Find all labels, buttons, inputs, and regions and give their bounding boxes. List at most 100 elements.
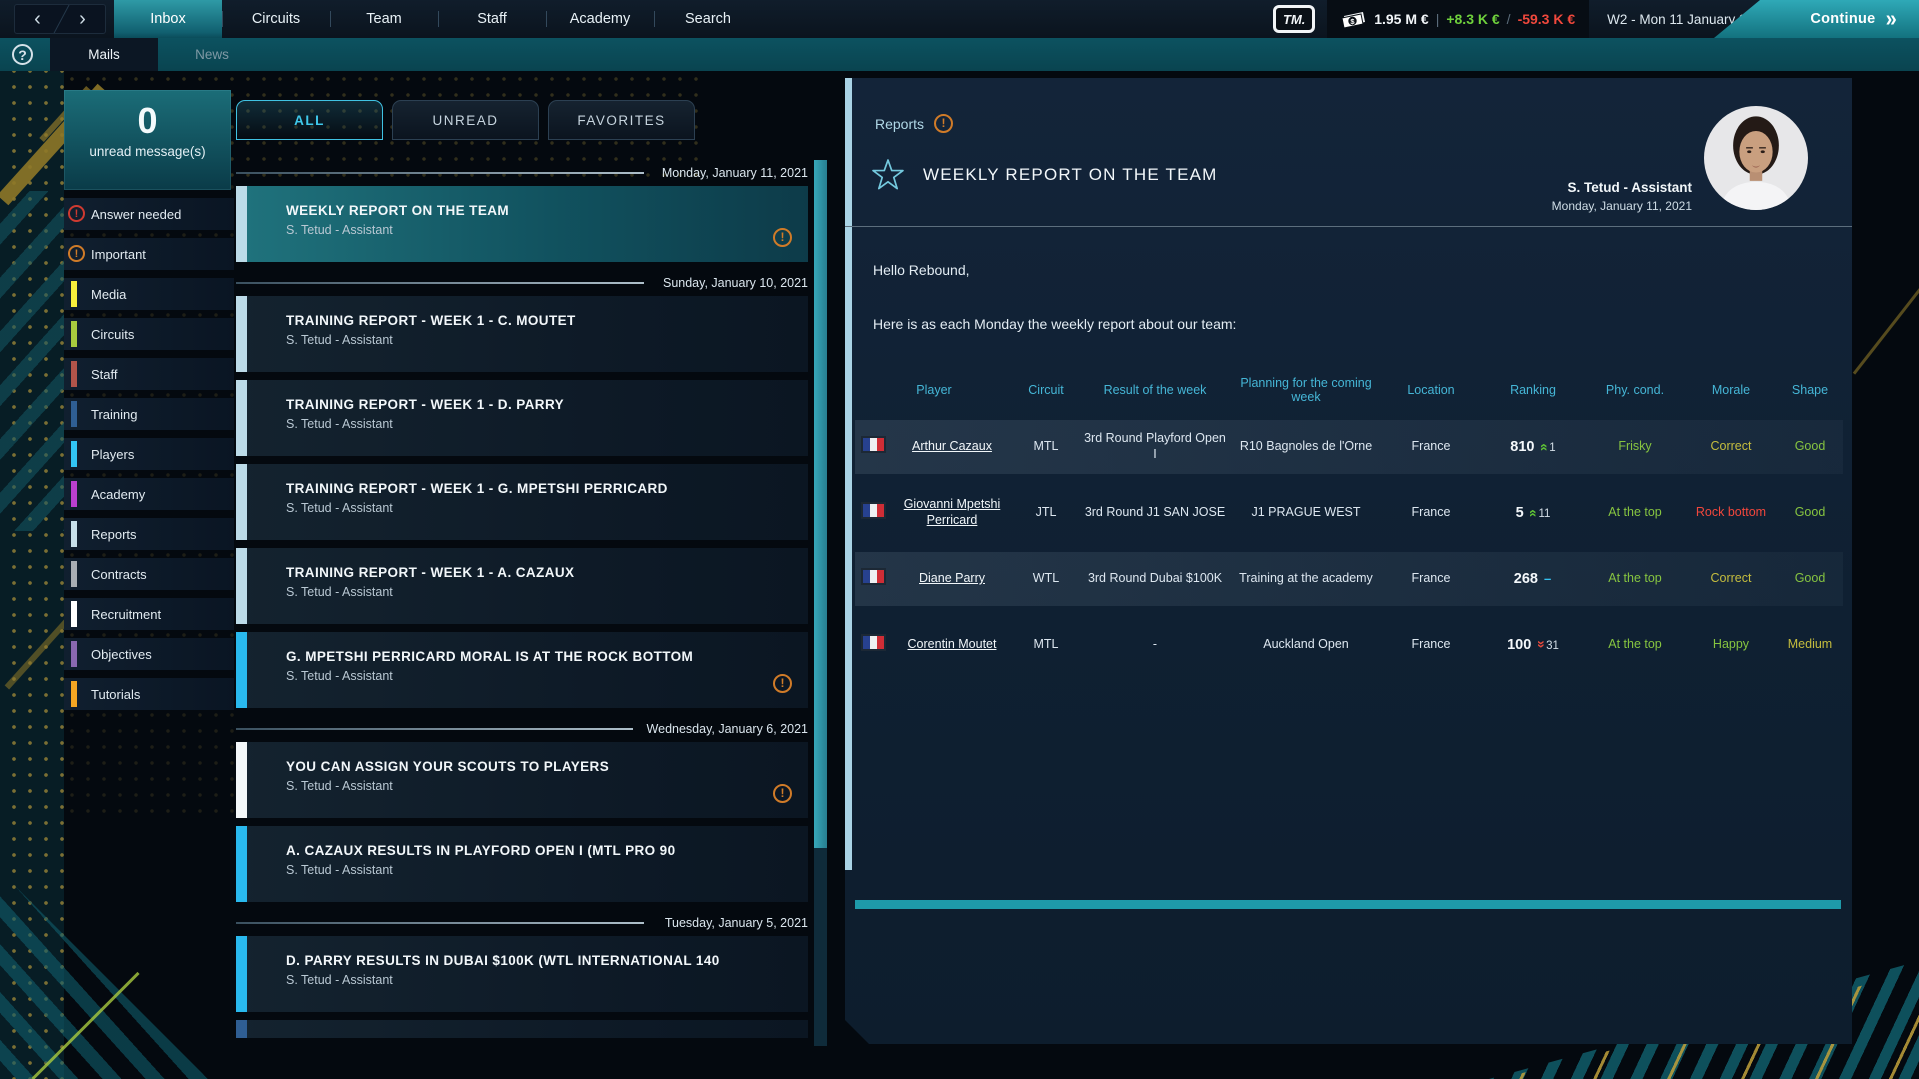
- decor-right-gold: [1852, 270, 1919, 375]
- category-label: Reports: [91, 526, 137, 542]
- category-label: Training: [91, 406, 138, 422]
- sidebar-category-players[interactable]: Players: [64, 438, 234, 470]
- nav-tab-academy[interactable]: Academy: [546, 0, 654, 38]
- sidebar-category-tutorials[interactable]: Tutorials: [64, 678, 234, 710]
- nav-tab-inbox[interactable]: Inbox: [114, 0, 222, 38]
- continue-button[interactable]: Continue »: [1714, 0, 1919, 38]
- ranking-value: 100: [1507, 636, 1532, 653]
- player-link[interactable]: Giovanni Mpetshi Perricard: [904, 497, 1001, 527]
- nav-tab-circuits[interactable]: Circuits: [222, 0, 330, 38]
- report-title: WEEKLY REPORT ON THE TEAM: [923, 165, 1218, 184]
- report-greeting: Hello Rebound,: [873, 262, 970, 278]
- history-nav: ‹ ›: [14, 4, 106, 34]
- mail-tab-favorites[interactable]: FAVORITES: [548, 100, 695, 140]
- mail-filter-tabs: ALL UNREAD FAVORITES: [236, 100, 695, 140]
- mail-status-bar: [236, 380, 247, 456]
- divider-bar: [855, 900, 1841, 909]
- category-label: Media: [91, 286, 127, 302]
- mail-item[interactable]: WEEKLY REPORT ON THE TEAM S. Tetud - Assi…: [236, 186, 808, 262]
- mail-tab-unread[interactable]: UNREAD: [392, 100, 539, 140]
- mail-item-title: YOU CAN ASSIGN YOUR SCOUTS TO PLAYERS: [286, 759, 610, 774]
- mail-tab-all[interactable]: ALL: [236, 100, 383, 140]
- sub-tab-mails[interactable]: Mails: [50, 38, 158, 71]
- sidebar-category-contracts[interactable]: Contracts: [64, 558, 234, 590]
- player-link[interactable]: Diane Parry: [919, 571, 985, 585]
- money-divider: |: [1435, 11, 1440, 27]
- decor-left-strip: [0, 71, 64, 1079]
- column-header-circuit: Circuit: [1028, 383, 1064, 397]
- shape-cell: Good: [1794, 571, 1826, 586]
- phy-cond-cell: At the top: [1608, 571, 1662, 586]
- sidebar-category-recruitment[interactable]: Recruitment: [64, 598, 234, 630]
- nav-tab-search[interactable]: Search: [654, 0, 762, 38]
- mail-item[interactable]: G. MPETSHI PERRICARD MORAL IS AT THE ROC…: [236, 632, 808, 708]
- france-flag-icon: [861, 502, 886, 519]
- help-icon[interactable]: ?: [12, 44, 33, 65]
- money-icon: $: [1341, 9, 1367, 29]
- mail-item[interactable]: D. PARRY RESULTS IN DUBAI $100K (WTL INT…: [236, 936, 808, 1012]
- ranking-cell: 268–: [1481, 564, 1585, 594]
- sub-tab-news[interactable]: News: [158, 38, 266, 71]
- sidebar-category-training[interactable]: Training: [64, 398, 234, 430]
- sidebar-category-media[interactable]: Media: [64, 278, 234, 310]
- balance-value: 1.95 M €: [1374, 11, 1429, 27]
- sidebar-category-objectives[interactable]: Objectives: [64, 638, 234, 670]
- report-panel: Reports ! WEEKLY REPORT ON THE TEAM S. T…: [845, 78, 1852, 1044]
- separator-line: [236, 282, 644, 284]
- mail-item[interactable]: A. CAZAUX RESULTS IN PLAYFORD OPEN I (MT…: [236, 826, 808, 902]
- separator-line: [236, 172, 644, 174]
- mail-item[interactable]: TRAINING REPORT - WEEK 1 - C. MOUTET S. T…: [236, 296, 808, 372]
- date-separator: Wednesday, January 6, 2021: [236, 716, 808, 742]
- back-button[interactable]: ‹: [15, 6, 60, 32]
- column-header-player: Player: [916, 383, 952, 397]
- france-flag-icon: [861, 634, 886, 651]
- nav-tab-team[interactable]: Team: [330, 0, 438, 38]
- category-label: Staff: [91, 366, 118, 382]
- mail-item[interactable]: [236, 1020, 808, 1038]
- mail-item-title: TRAINING REPORT - WEEK 1 - D. PARRY: [286, 397, 565, 412]
- mail-item[interactable]: TRAINING REPORT - WEEK 1 - A. CAZAUX S. T…: [236, 548, 808, 624]
- mail-item-title: TRAINING REPORT - WEEK 1 - A. CAZAUX: [286, 565, 575, 580]
- nav-tab-staff[interactable]: Staff: [438, 0, 546, 38]
- date-separator: Sunday, January 10, 2021: [236, 270, 808, 296]
- continue-label: Continue: [1810, 11, 1876, 27]
- player-link[interactable]: Arthur Cazaux: [912, 439, 992, 453]
- ranking-cell: 100«31: [1481, 630, 1585, 660]
- mail-item-text: G. MPETSHI PERRICARD MORAL IS AT THE ROC…: [236, 632, 808, 683]
- player-link[interactable]: Corentin Moutet: [908, 637, 997, 651]
- mail-item-title: WEEKLY REPORT ON THE TEAM: [286, 203, 510, 218]
- favorite-star-icon[interactable]: [871, 158, 905, 192]
- table-row: Diane Parry WTL 3rd Round Dubai $100K Train…: [855, 552, 1843, 606]
- mail-item-text: D. PARRY RESULTS IN DUBAI $100K (WTL INT…: [236, 936, 808, 987]
- rank-down-icon: «: [1531, 641, 1548, 649]
- scrollbar-thumb[interactable]: [814, 160, 827, 848]
- sidebar-category-important[interactable]: ! Important: [64, 238, 234, 270]
- circuit-cell: MTL: [1033, 439, 1059, 454]
- mail-item[interactable]: YOU CAN ASSIGN YOUR SCOUTS TO PLAYERS S. …: [236, 742, 808, 818]
- separator-line: [236, 922, 644, 924]
- sidebar-category-answer-needed[interactable]: ! Answer needed: [64, 198, 234, 230]
- sidebar-category-circuits[interactable]: Circuits: [64, 318, 234, 350]
- shape-cell: Good: [1794, 505, 1826, 520]
- sidebar-category-reports[interactable]: Reports: [64, 518, 234, 550]
- player-cell: Diane Parry: [891, 565, 1013, 593]
- mail-item-sender: S. Tetud - Assistant: [286, 223, 393, 237]
- mail-item[interactable]: TRAINING REPORT - WEEK 1 - D. PARRY S. Te…: [236, 380, 808, 456]
- category-label: Answer needed: [91, 206, 182, 222]
- mail-status-bar: [236, 826, 247, 902]
- decor-teal-streaks: [0, 191, 64, 531]
- decor-gold-band: [4, 618, 70, 690]
- sidebar-category-staff[interactable]: Staff: [64, 358, 234, 390]
- report-title-row: WEEKLY REPORT ON THE TEAM: [871, 158, 1218, 192]
- flag-cell: [855, 628, 891, 662]
- mail-item-sender: S. Tetud - Assistant: [286, 973, 393, 987]
- mail-scrollbar[interactable]: [814, 160, 827, 1046]
- mail-item[interactable]: TRAINING REPORT - WEEK 1 - G. MPETSHI PE…: [236, 464, 808, 540]
- sidebar-category-academy[interactable]: Academy: [64, 478, 234, 510]
- mail-status-bar: [236, 548, 247, 624]
- morale-cell: Correct: [1710, 439, 1752, 454]
- table-row: Giovanni Mpetshi Perricard JTL 3rd Round J…: [855, 486, 1843, 540]
- mail-list-panel: ALL UNREAD FAVORITES Monday, January 11, 2…: [236, 71, 808, 1079]
- shape-cell: Good: [1794, 439, 1826, 454]
- column-header-phy-cond: Phy. cond.: [1605, 383, 1665, 397]
